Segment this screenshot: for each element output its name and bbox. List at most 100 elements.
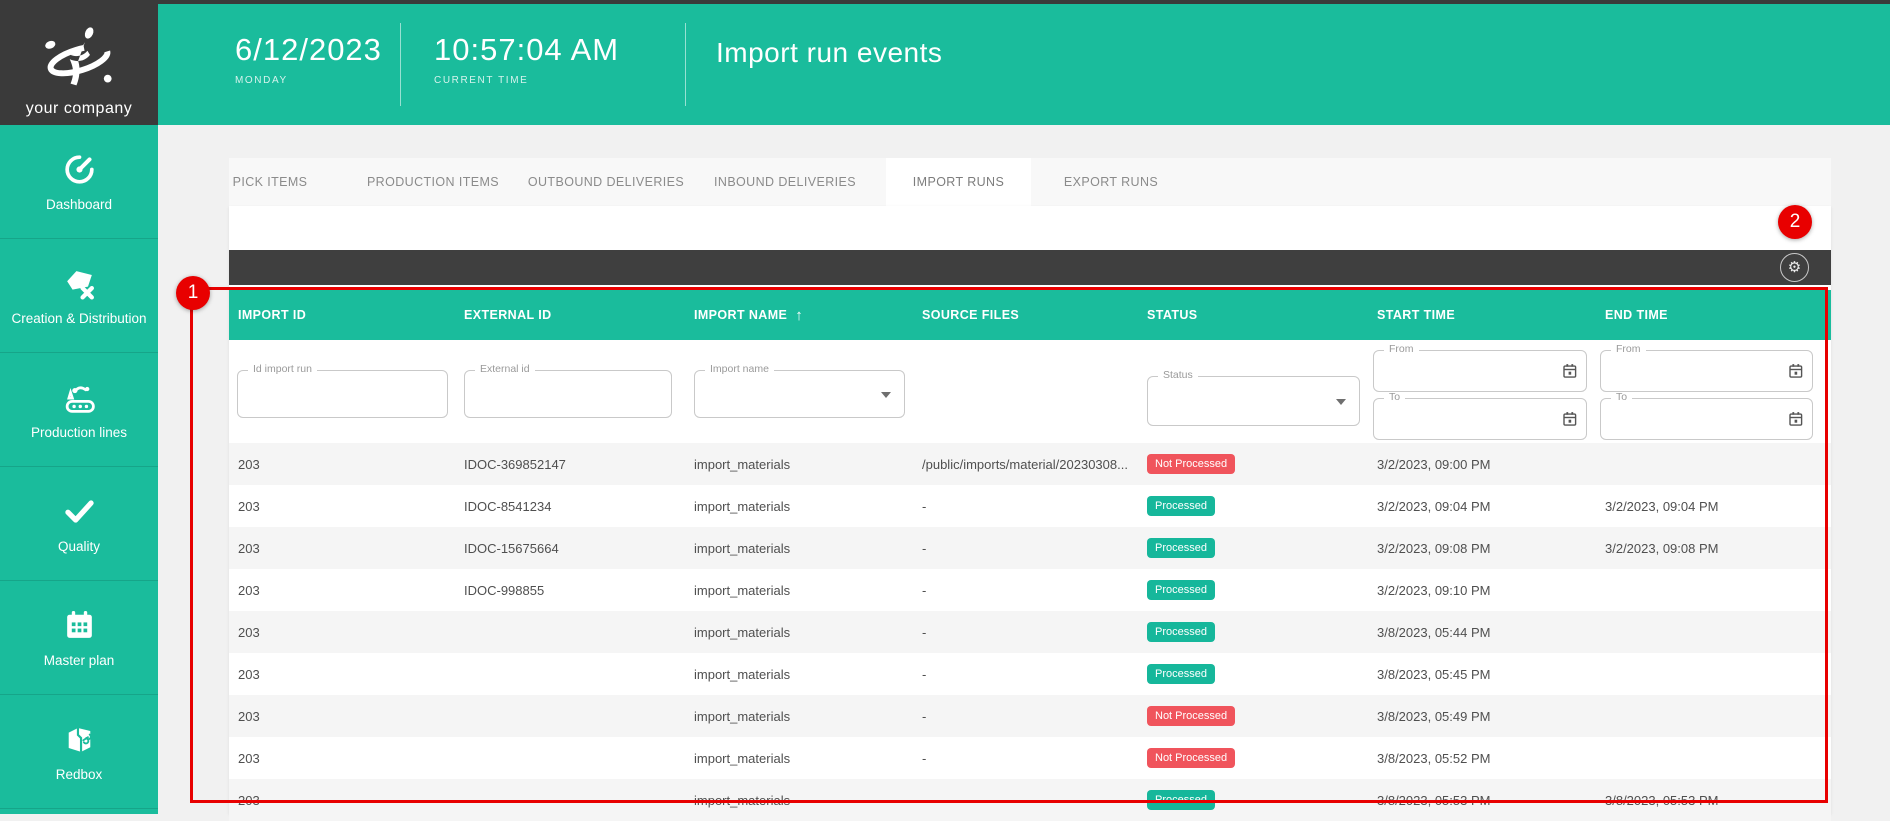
sidebar-item-dashboard[interactable]: Dashboard bbox=[0, 125, 158, 239]
cell-start-time: 3/8/2023, 05:52 PM bbox=[1377, 737, 1595, 779]
column-header-external-id[interactable]: EXTERNAL ID bbox=[464, 290, 684, 340]
company-logo[interactable]: your company bbox=[0, 0, 158, 125]
calendar-icon[interactable] bbox=[1563, 364, 1577, 379]
cell-import-name: import_materials bbox=[694, 737, 912, 779]
tab-production-items[interactable]: PRODUCTION ITEMS bbox=[359, 158, 507, 206]
filter-external-id-input[interactable]: External id bbox=[464, 370, 672, 418]
cell-import-name: import_materials bbox=[694, 779, 912, 821]
sidebar-item-label: Quality bbox=[54, 539, 104, 554]
cell-import-name: import_materials bbox=[694, 611, 912, 653]
tab-pick-items[interactable]: PICK ITEMS bbox=[229, 158, 311, 206]
cell-end-time bbox=[1605, 569, 1810, 611]
column-header-import-id[interactable]: IMPORT ID bbox=[238, 290, 454, 340]
filter-field-label: External id bbox=[475, 364, 535, 375]
sidebar-nav: Dashboard Creation & Distribution Producti… bbox=[0, 125, 158, 814]
status-badge: Processed bbox=[1147, 622, 1215, 642]
cell-source-files: - bbox=[922, 527, 1137, 569]
table-row[interactable]: 203import_materials-Processed3/8/2023, 0… bbox=[229, 779, 1831, 821]
cell-source-files: - bbox=[922, 653, 1137, 695]
cell-status: Not Processed bbox=[1147, 695, 1367, 737]
cell-import-name: import_materials bbox=[694, 569, 912, 611]
column-header-end-time[interactable]: END TIME bbox=[1605, 290, 1810, 340]
cell-source-files: - bbox=[922, 779, 1137, 821]
cell-start-time: 3/8/2023, 05:44 PM bbox=[1377, 611, 1595, 653]
filter-end-time-to[interactable]: To bbox=[1600, 398, 1813, 440]
filter-import-id-input[interactable]: Id import run bbox=[237, 370, 448, 418]
filter-field-label: To bbox=[1611, 392, 1632, 403]
sort-asc-icon: ↑ bbox=[795, 307, 803, 324]
cell-import-id: 203 bbox=[238, 653, 454, 695]
sidebar-item-production-lines[interactable]: Production lines bbox=[0, 353, 158, 467]
cell-import-id: 203 bbox=[238, 485, 454, 527]
cell-external-id bbox=[464, 653, 684, 695]
status-badge: Processed bbox=[1147, 538, 1215, 558]
filter-field-label: Id import run bbox=[248, 364, 317, 375]
tab-outbound-deliveries[interactable]: OUTBOUND DELIVERIES bbox=[529, 158, 683, 206]
status-badge: Processed bbox=[1147, 790, 1215, 810]
cell-import-name: import_materials bbox=[694, 695, 912, 737]
table-row[interactable]: 203IDOC-15675664import_materials-Process… bbox=[229, 527, 1831, 569]
table-toolbar: ⚙ bbox=[229, 250, 1831, 285]
chevron-down-icon[interactable] bbox=[1336, 399, 1346, 405]
company-name: your company bbox=[26, 100, 133, 118]
table-header-row: IMPORT IDEXTERNAL IDIMPORT NAME↑SOURCE F… bbox=[229, 290, 1831, 340]
cell-start-time: 3/8/2023, 05:45 PM bbox=[1377, 653, 1595, 695]
cell-start-time: 3/2/2023, 09:04 PM bbox=[1377, 485, 1595, 527]
sidebar-item-quality[interactable]: Quality bbox=[0, 467, 158, 581]
calendar-icon[interactable] bbox=[1789, 364, 1803, 379]
table-row[interactable]: 203import_materials-Not Processed3/8/202… bbox=[229, 695, 1831, 737]
sidebar-item-label: Production lines bbox=[27, 425, 131, 440]
sidebar-item-creation-distribution[interactable]: Creation & Distribution bbox=[0, 239, 158, 353]
cell-status: Processed bbox=[1147, 485, 1367, 527]
filter-status-select[interactable]: Status bbox=[1147, 376, 1360, 426]
column-header-status[interactable]: STATUS bbox=[1147, 290, 1367, 340]
filter-field-label: From bbox=[1384, 344, 1419, 355]
column-header-import-name[interactable]: IMPORT NAME↑ bbox=[694, 290, 912, 340]
current-time-label: CURRENT TIME bbox=[434, 75, 619, 86]
filter-start-time-from[interactable]: From bbox=[1373, 350, 1587, 392]
filter-field-label: From bbox=[1611, 344, 1646, 355]
cell-source-files: - bbox=[922, 737, 1137, 779]
cell-end-time bbox=[1605, 443, 1810, 485]
status-badge: Processed bbox=[1147, 664, 1215, 684]
column-header-start-time[interactable]: START TIME bbox=[1377, 290, 1595, 340]
tab-export-runs[interactable]: EXPORT RUNS bbox=[1039, 158, 1183, 206]
cell-end-time bbox=[1605, 737, 1810, 779]
current-day-label: MONDAY bbox=[235, 75, 382, 86]
calendar-icon[interactable] bbox=[1563, 412, 1577, 427]
sidebar-item-master-plan[interactable]: Master plan bbox=[0, 581, 158, 695]
table-row[interactable]: 203IDOC-369852147import_materials/public… bbox=[229, 443, 1831, 485]
sidebar-item-redbox[interactable]: Redbox bbox=[0, 695, 158, 809]
filter-import-name-select[interactable]: Import name bbox=[694, 370, 905, 418]
cell-external-id bbox=[464, 779, 684, 821]
current-date: 6/12/2023 bbox=[235, 32, 382, 68]
filter-start-time-to[interactable]: To bbox=[1373, 398, 1587, 440]
cell-end-time bbox=[1605, 653, 1810, 695]
table-row[interactable]: 203IDOC-998855import_materials-Processed… bbox=[229, 569, 1831, 611]
filter-end-time-from[interactable]: From bbox=[1600, 350, 1813, 392]
dashboard-icon bbox=[61, 151, 98, 188]
master-plan-calendar-icon bbox=[61, 607, 98, 644]
filter-field-label: Status bbox=[1158, 370, 1198, 381]
page-title: Import run events bbox=[716, 37, 942, 69]
chevron-down-icon[interactable] bbox=[881, 392, 891, 398]
tab-import-runs[interactable]: IMPORT RUNS bbox=[886, 158, 1031, 206]
sidebar-item-label: Dashboard bbox=[42, 197, 116, 212]
table-row[interactable]: 203IDOC-8541234import_materials-Processe… bbox=[229, 485, 1831, 527]
sidebar-item-label: Creation & Distribution bbox=[7, 311, 150, 326]
table-row[interactable]: 203import_materials-Not Processed3/8/202… bbox=[229, 737, 1831, 779]
table-row[interactable]: 203import_materials-Processed3/8/2023, 0… bbox=[229, 653, 1831, 695]
calendar-icon[interactable] bbox=[1789, 412, 1803, 427]
quality-check-icon bbox=[61, 493, 98, 530]
cell-import-name: import_materials bbox=[694, 485, 912, 527]
company-logo-icon bbox=[41, 20, 117, 100]
tab-inbound-deliveries[interactable]: INBOUND DELIVERIES bbox=[709, 158, 861, 206]
table-row[interactable]: 203import_materials-Processed3/8/2023, 0… bbox=[229, 611, 1831, 653]
cell-external-id bbox=[464, 611, 684, 653]
creation-distribution-icon bbox=[61, 265, 98, 302]
gear-icon[interactable]: ⚙ bbox=[1780, 253, 1809, 282]
status-badge: Processed bbox=[1147, 580, 1215, 600]
cell-start-time: 3/2/2023, 09:10 PM bbox=[1377, 569, 1595, 611]
column-header-source-files[interactable]: SOURCE FILES bbox=[922, 290, 1137, 340]
cell-source-files: - bbox=[922, 485, 1137, 527]
